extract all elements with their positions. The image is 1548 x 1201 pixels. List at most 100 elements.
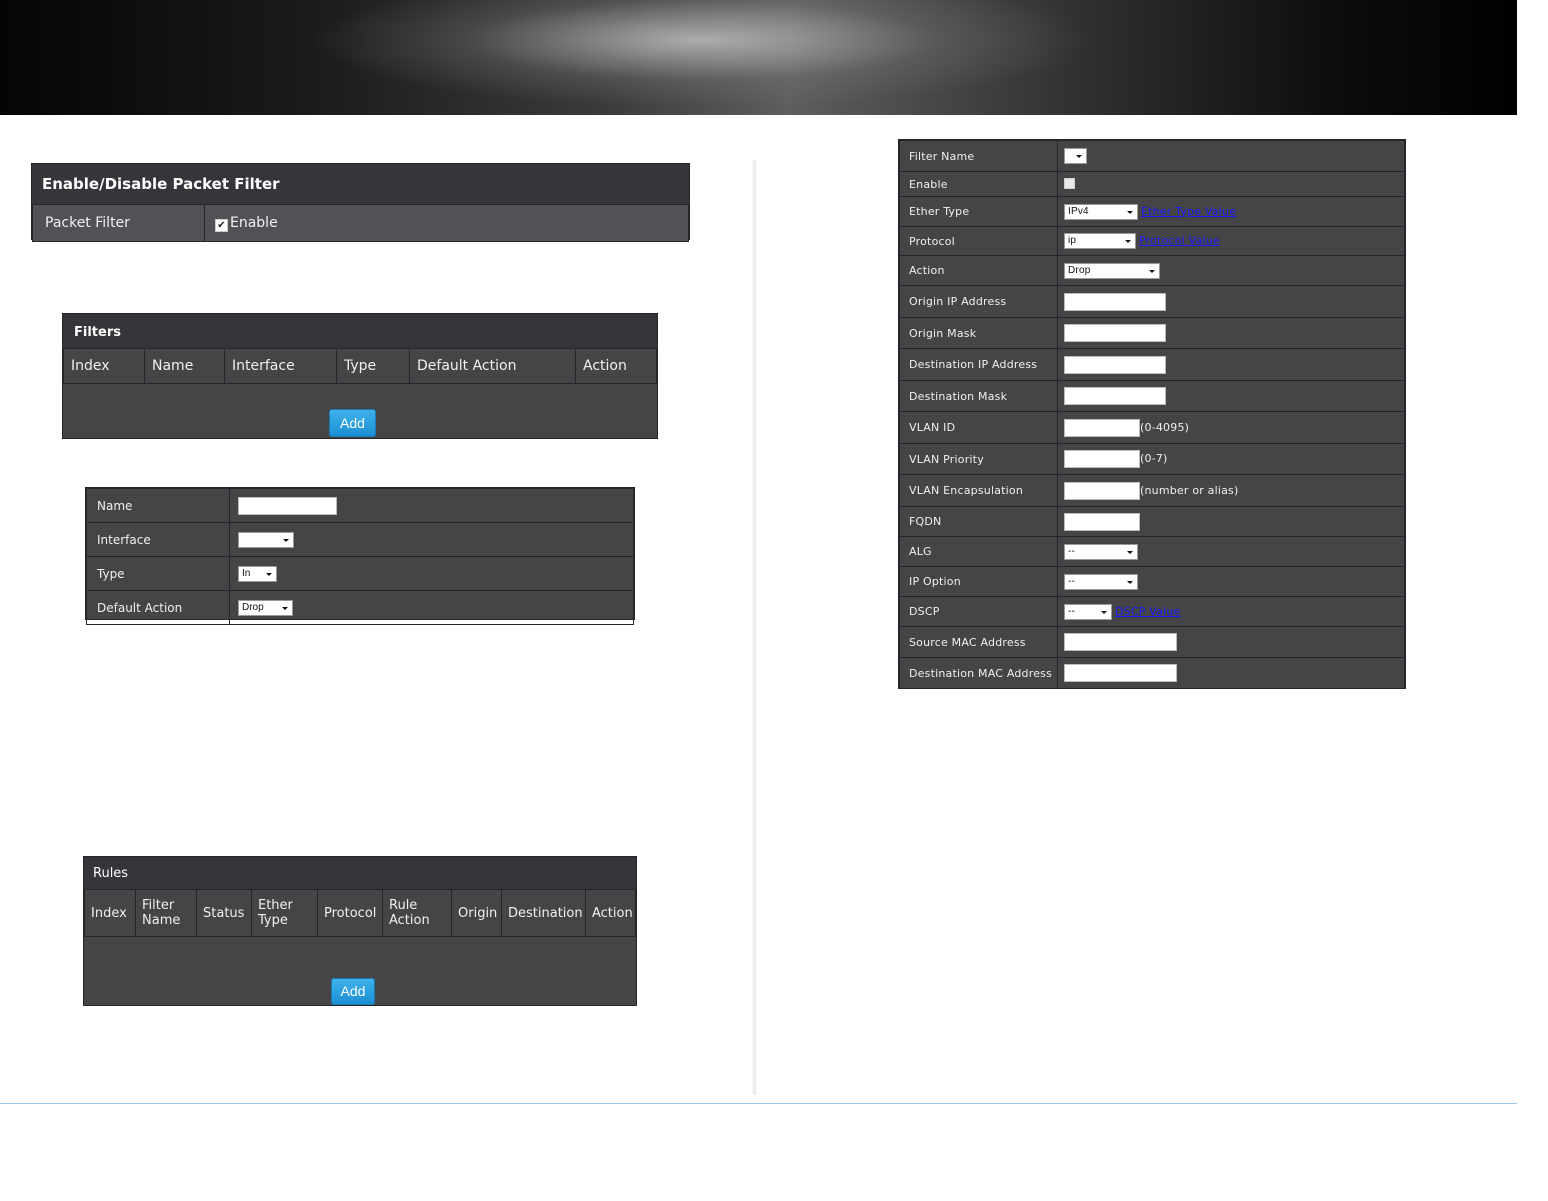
origin-mask-cell: [1057, 317, 1405, 349]
dest-ip-cell: [1057, 348, 1405, 381]
ether-type-label: Ether Type: [899, 196, 1058, 227]
rules-header-row: Index Filter Name Status Ether Type Prot…: [84, 889, 636, 937]
protocol-cell: ip Protocol Value: [1057, 226, 1405, 256]
filter-name-cell: [1057, 140, 1405, 172]
interface-select[interactable]: [238, 531, 294, 548]
rules-col-origin: Origin: [451, 889, 502, 937]
rule-form-panel: Filter Name Enable Ether Type IPv4 Ether …: [898, 139, 1406, 689]
vlan-priority-cell: (0-7): [1057, 443, 1405, 475]
alg-label: ALG: [899, 536, 1058, 567]
name-cell: [229, 488, 634, 523]
footer-line: [0, 1103, 1517, 1104]
packet-filter-title: Enable/Disable Packet Filter: [32, 164, 689, 204]
page-divider: [752, 160, 757, 1095]
action-cell: Drop: [1057, 255, 1405, 286]
vlan-priority-input[interactable]: [1064, 450, 1140, 468]
rules-col-status: Status: [196, 889, 252, 937]
packet-filter-value: ✔ Enable: [204, 204, 689, 242]
dest-mask-input[interactable]: [1064, 387, 1166, 405]
rules-panel: Rules Index Filter Name Status Ether Typ…: [83, 856, 637, 1006]
dest-mask-label: Destination Mask: [899, 380, 1058, 412]
dscp-select-value: --: [1068, 605, 1076, 617]
vlan-encap-input[interactable]: [1064, 481, 1140, 500]
filters-header-row: Index Name Interface Type Default Action…: [63, 348, 657, 384]
dscp-value-link[interactable]: DSCP Value: [1115, 605, 1180, 618]
packet-filter-enable-checkbox[interactable]: ✔: [215, 218, 228, 232]
dest-ip-input[interactable]: [1064, 355, 1166, 374]
alg-cell: --: [1057, 536, 1405, 567]
filters-col-type: Type: [336, 348, 410, 384]
dest-mac-input[interactable]: [1064, 664, 1177, 682]
vlan-id-cell: (0-4095): [1057, 411, 1405, 444]
fqdn-input[interactable]: [1064, 512, 1140, 531]
chevron-down-icon: [283, 538, 289, 542]
dscp-select[interactable]: --: [1064, 603, 1112, 620]
filters-col-action: Action: [575, 348, 657, 384]
vlan-id-input[interactable]: [1064, 418, 1140, 437]
rules-col-protocol: Protocol: [317, 889, 383, 937]
rules-col-action: Action: [585, 889, 636, 937]
default-action-select-value: Drop: [242, 601, 264, 613]
src-mac-input[interactable]: [1064, 633, 1177, 651]
ether-type-select-value: IPv4: [1068, 205, 1089, 217]
type-select[interactable]: In: [238, 565, 277, 582]
chevron-down-icon: [1127, 580, 1133, 584]
chevron-down-icon: [1076, 155, 1082, 158]
rule-form-table: Filter Name Enable Ether Type IPv4 Ether …: [899, 140, 1405, 689]
origin-ip-label: Origin IP Address: [899, 285, 1058, 318]
filters-table: Index Name Interface Type Default Action…: [63, 348, 657, 384]
protocol-label: Protocol: [899, 226, 1058, 256]
ether-type-select[interactable]: IPv4: [1064, 203, 1138, 220]
vlan-encap-hint: (number or alias): [1140, 483, 1239, 497]
interface-label: Interface: [86, 522, 230, 557]
protocol-select[interactable]: ip: [1064, 233, 1136, 249]
name-input[interactable]: [238, 496, 337, 515]
filters-add-button[interactable]: Add: [329, 409, 376, 437]
alg-select[interactable]: --: [1064, 543, 1138, 560]
vlan-id-label: VLAN ID: [899, 411, 1058, 444]
ether-type-value-link[interactable]: Ether Type Value: [1141, 205, 1236, 218]
rules-add-button[interactable]: Add: [331, 978, 375, 1005]
chevron-down-icon: [282, 606, 288, 610]
default-action-cell: Drop: [229, 590, 634, 625]
packet-filter-label: Packet Filter: [32, 204, 205, 242]
vlan-encap-cell: (number or alias): [1057, 474, 1405, 507]
action-select[interactable]: Drop: [1064, 262, 1160, 279]
chevron-down-icon: [1125, 240, 1131, 243]
chevron-down-icon: [1127, 550, 1133, 554]
rules-col-rule-action: Rule Action: [382, 889, 452, 937]
ip-option-select-value: --: [1068, 575, 1076, 587]
filters-panel: Filters Index Name Interface Type Defaul…: [62, 313, 658, 439]
dest-mac-label: Destination MAC Address: [899, 657, 1058, 689]
ip-option-select[interactable]: --: [1064, 573, 1138, 590]
name-label: Name: [86, 488, 230, 523]
rules-table: Index Filter Name Status Ether Type Prot…: [84, 889, 636, 937]
vlan-priority-hint: (0-7): [1140, 452, 1168, 465]
packet-filter-panel: Enable/Disable Packet Filter Packet Filt…: [31, 163, 690, 242]
chevron-down-icon: [1127, 210, 1133, 214]
vlan-id-hint: (0-4095): [1140, 420, 1190, 434]
enable-label: Enable: [899, 171, 1058, 197]
fqdn-cell: [1057, 506, 1405, 537]
type-label: Type: [86, 556, 230, 591]
filter-name-select[interactable]: [1064, 148, 1087, 164]
enable-checkbox[interactable]: [1064, 177, 1075, 189]
dscp-cell: -- DSCP Value: [1057, 596, 1405, 627]
interface-cell: [229, 522, 634, 557]
origin-ip-input[interactable]: [1064, 292, 1166, 311]
protocol-select-value: ip: [1068, 235, 1077, 246]
filter-form-panel: Name Interface Type In Default Action Dr…: [85, 487, 635, 625]
origin-ip-cell: [1057, 285, 1405, 318]
default-action-select[interactable]: Drop: [238, 599, 293, 616]
ip-option-label: IP Option: [899, 566, 1058, 597]
filters-col-name: Name: [144, 348, 225, 384]
protocol-value-link[interactable]: Protocol Value: [1139, 234, 1220, 247]
vlan-encap-label: VLAN Encapsulation: [899, 474, 1058, 507]
chevron-down-icon: [1149, 269, 1155, 273]
fqdn-label: FQDN: [899, 506, 1058, 537]
origin-mask-input[interactable]: [1064, 324, 1166, 342]
filters-title: Filters: [63, 314, 657, 348]
filters-col-interface: Interface: [224, 348, 337, 384]
rules-col-ether-type: Ether Type: [251, 889, 318, 937]
dest-ip-label: Destination IP Address: [899, 348, 1058, 381]
